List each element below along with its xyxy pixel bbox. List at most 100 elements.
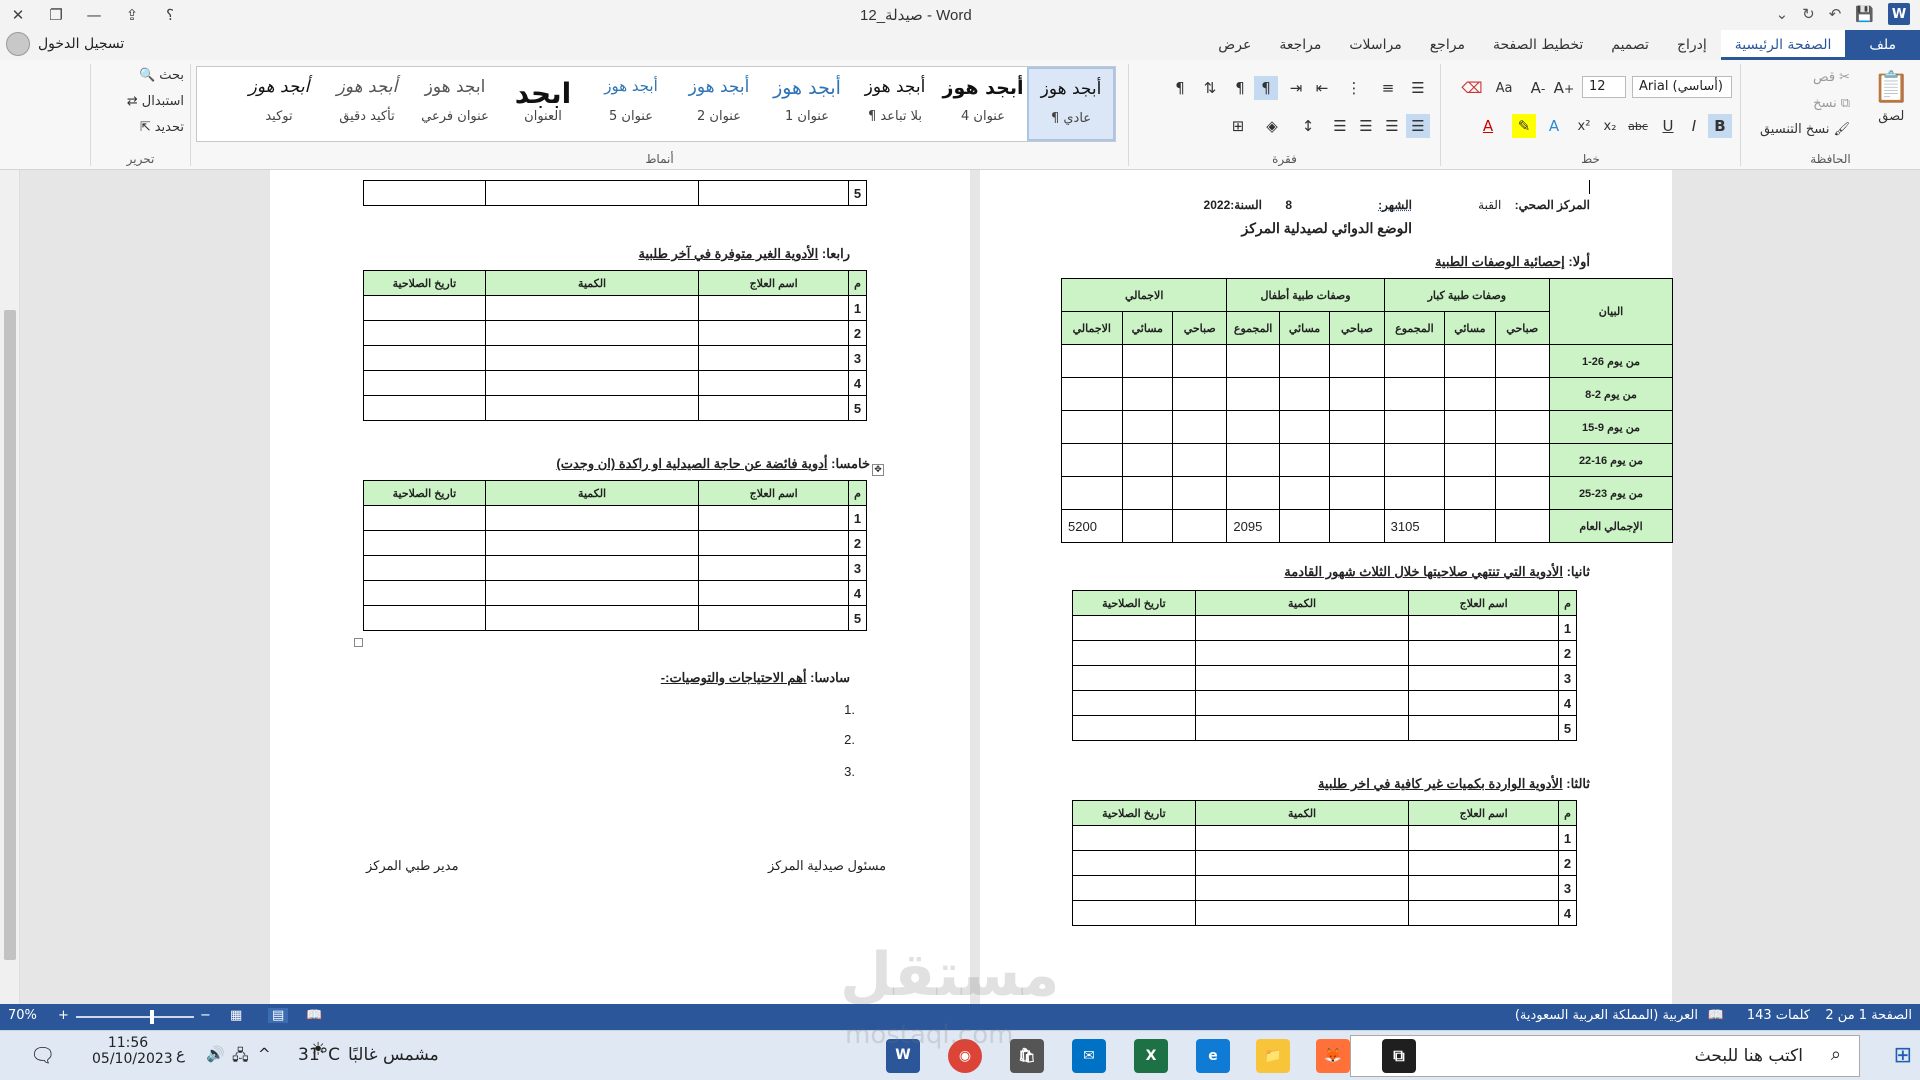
table-cell[interactable] — [1278, 410, 1331, 444]
table-cell[interactable] — [1494, 410, 1551, 444]
table-cell[interactable] — [1408, 825, 1560, 851]
table-cell[interactable] — [1072, 875, 1196, 901]
subscript-button[interactable]: x₂ — [1598, 114, 1622, 138]
table-cell[interactable] — [484, 605, 700, 631]
page-1[interactable]: المركز الصحي: القبة الشهر: 8 السنة:2022 … — [980, 170, 1673, 1004]
file-explorer-icon[interactable]: 📁 — [1256, 1039, 1290, 1073]
style-emphasis[interactable]: أبجد هوز توكيد — [235, 67, 323, 141]
temperature[interactable]: 31°C — [298, 1045, 340, 1065]
restore-icon[interactable]: ❐ — [44, 3, 68, 27]
find-button[interactable]: 🔍 بحث — [139, 68, 184, 83]
bold-button[interactable]: B — [1708, 114, 1732, 138]
table-cell[interactable] — [363, 505, 486, 531]
table-cell[interactable] — [1171, 509, 1228, 543]
tab-home[interactable]: الصفحة الرئيسية — [1720, 30, 1846, 60]
table-cell[interactable] — [363, 295, 486, 321]
redo-icon[interactable]: ↻ — [1802, 5, 1815, 23]
table-cell[interactable] — [1444, 410, 1496, 444]
table-cell[interactable] — [1194, 875, 1410, 901]
change-case-button[interactable]: Aa — [1486, 76, 1522, 100]
style-heading-1[interactable]: أبجد هوز عنوان 1 — [763, 67, 851, 141]
table-cell[interactable] — [698, 505, 850, 531]
mail-icon[interactable]: ✉ — [1072, 1039, 1106, 1073]
table-cell[interactable] — [484, 180, 700, 206]
vertical-scrollbar[interactable] — [0, 170, 20, 1004]
table-cell[interactable] — [363, 320, 486, 346]
table-cell[interactable] — [1171, 344, 1228, 378]
tab-mailings[interactable]: مراسلات — [1335, 30, 1415, 60]
style-title[interactable]: ابجد العنوان — [499, 67, 587, 141]
input-language[interactable]: ع — [176, 1045, 185, 1063]
table-cell[interactable] — [1072, 640, 1196, 666]
table-cell[interactable] — [1329, 344, 1385, 378]
tab-review[interactable]: مراجعة — [1265, 30, 1335, 60]
table-cell[interactable] — [1061, 377, 1123, 411]
table-move-handle-icon[interactable]: ✥ — [872, 464, 884, 476]
font-name-combo[interactable]: Arial (أساسي) — [1632, 76, 1732, 98]
tab-design[interactable]: تصميم — [1597, 30, 1663, 60]
table-cell[interactable] — [1226, 344, 1280, 378]
table-cell[interactable] — [1194, 825, 1410, 851]
tab-file[interactable]: ملف — [1845, 30, 1920, 60]
table-cell[interactable] — [1408, 690, 1560, 716]
table-cell[interactable] — [1194, 640, 1410, 666]
table-cell[interactable] — [698, 180, 850, 206]
children-total-cell[interactable]: 2095 — [1226, 509, 1280, 543]
table-cell[interactable] — [1494, 344, 1551, 378]
page-2[interactable]: 5 رابعا: الأدوية الغير متوفرة في آخر طلب… — [270, 170, 970, 1004]
zoom-level[interactable]: 70% — [8, 1008, 37, 1023]
cut-button[interactable]: قص ✂ — [1813, 70, 1850, 85]
taskbar-search[interactable]: ⌕ اكتب هنا للبحث — [1350, 1035, 1860, 1077]
web-layout-icon[interactable]: ▦ — [230, 1008, 242, 1023]
table-cell[interactable] — [1061, 410, 1123, 444]
table-cell[interactable] — [1408, 640, 1560, 666]
align-center-icon[interactable]: ☰ — [1380, 114, 1404, 138]
table-cell[interactable] — [1329, 476, 1385, 510]
table-cell[interactable] — [1121, 410, 1173, 444]
strikethrough-button[interactable]: abc — [1626, 114, 1650, 138]
table-cell[interactable] — [1226, 476, 1280, 510]
table-cell[interactable] — [1194, 615, 1410, 641]
help-icon[interactable]: ؟ — [158, 3, 182, 27]
table-cell[interactable] — [1494, 443, 1551, 477]
table-cell[interactable] — [363, 580, 486, 606]
table-cell[interactable] — [1194, 850, 1410, 876]
table-cell[interactable] — [698, 580, 850, 606]
ribbon-display-icon[interactable]: ⇪ — [120, 3, 144, 27]
zoom-out-icon[interactable]: + — [58, 1008, 69, 1023]
copy-button[interactable]: نسخ ⧉ — [1813, 96, 1850, 111]
table-resize-handle[interactable] — [354, 638, 363, 647]
style-no-spacing[interactable]: أبجد هوز ¶ بلا تباعد — [851, 67, 939, 141]
customize-qat-icon[interactable]: ⌄ — [1776, 5, 1789, 23]
table-cell[interactable] — [1194, 715, 1410, 741]
table-cell[interactable] — [363, 530, 486, 556]
justify-icon[interactable]: ☰ — [1328, 114, 1352, 138]
format-painter-button[interactable]: نسخ التنسيق 🖌 — [1760, 122, 1850, 137]
table-cell[interactable] — [1121, 344, 1173, 378]
print-layout-icon[interactable]: ▤ — [268, 1008, 289, 1023]
table-cell[interactable] — [484, 370, 700, 396]
language-status[interactable]: العربية (المملكة العربية السعودية) — [1515, 1008, 1698, 1023]
firefox-icon[interactable]: 🦊 — [1316, 1039, 1350, 1073]
table-cell[interactable] — [1383, 344, 1446, 378]
read-mode-icon[interactable]: 📖 — [306, 1008, 322, 1023]
table-cell[interactable] — [1444, 476, 1496, 510]
table-cell[interactable] — [484, 320, 700, 346]
task-view-icon[interactable]: ⧉ — [1382, 1039, 1416, 1073]
table-cell[interactable] — [484, 555, 700, 581]
style-heading-4[interactable]: أبجد هوز عنوان 4 — [939, 67, 1027, 141]
table-cell[interactable] — [1194, 665, 1410, 691]
table-cell[interactable] — [698, 370, 850, 396]
close-icon[interactable]: ✕ — [6, 3, 30, 27]
table-cell[interactable] — [1171, 476, 1228, 510]
network-icon[interactable]: 🖧 — [232, 1045, 249, 1070]
tab-layout[interactable]: تخطيط الصفحة — [1479, 30, 1597, 60]
table-cell[interactable] — [1408, 900, 1560, 926]
highlight-icon[interactable]: ✎ — [1512, 114, 1536, 138]
table-cell[interactable] — [1278, 509, 1331, 543]
table-cell[interactable] — [1072, 665, 1196, 691]
align-left-icon[interactable]: ☰ — [1354, 114, 1378, 138]
minimize-icon[interactable]: — — [82, 3, 106, 27]
style-heading-5[interactable]: أبجد هوز عنوان 5 — [587, 67, 675, 141]
align-right-icon[interactable]: ☰ — [1406, 114, 1430, 138]
